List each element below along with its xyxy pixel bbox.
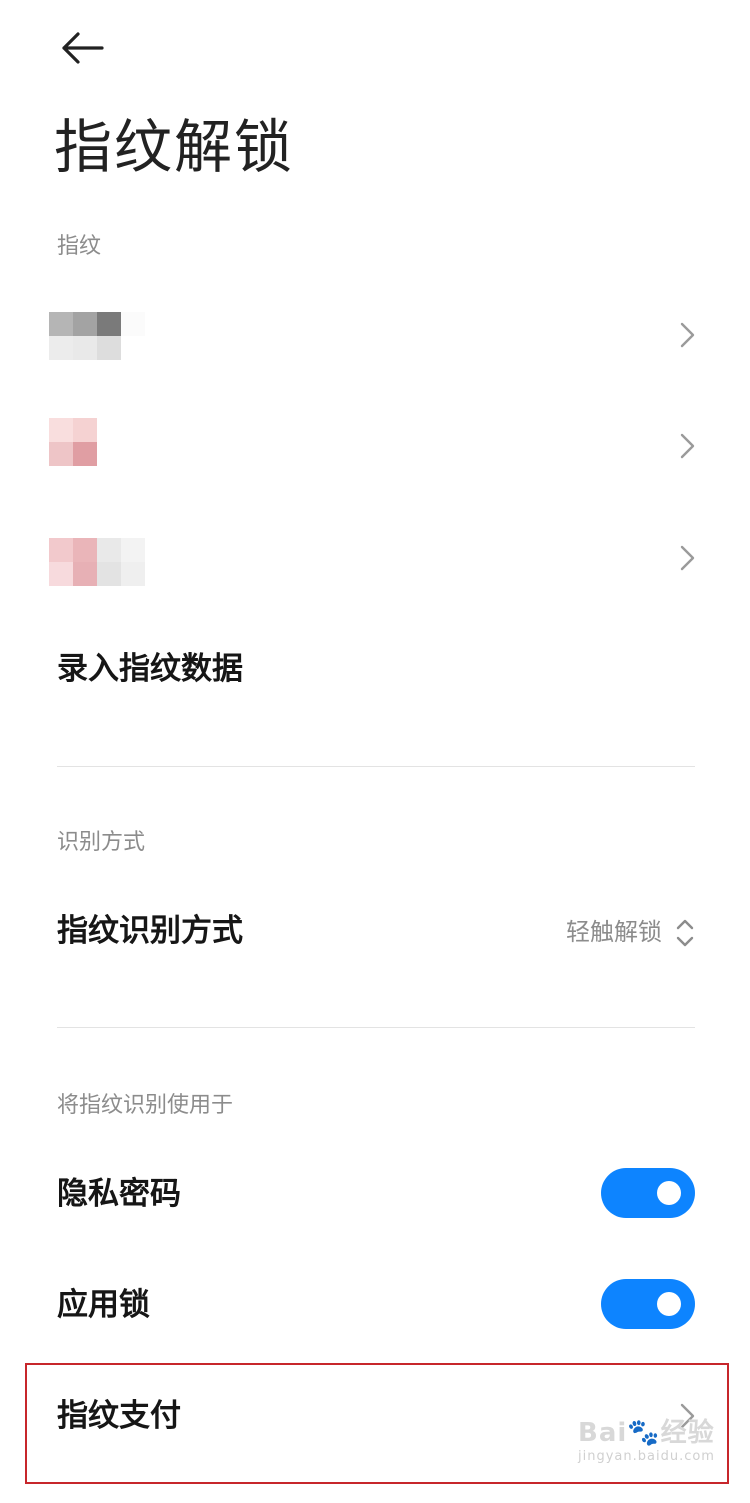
fingerprint-name-redacted — [49, 312, 145, 360]
back-button[interactable] — [56, 26, 108, 70]
section-label-recognition: 识别方式 — [57, 830, 146, 855]
pixel-block — [97, 418, 121, 442]
divider — [57, 766, 695, 767]
fingerprint-name-redacted — [49, 538, 145, 586]
pixel-block — [73, 442, 97, 466]
app-lock-label: 应用锁 — [57, 1287, 150, 1323]
fingerprint-item-3[interactable] — [0, 538, 750, 638]
fingerprint-item-1[interactable] — [0, 312, 750, 412]
pixel-block — [73, 538, 97, 562]
pixel-block — [73, 418, 97, 442]
arrow-left-icon — [62, 32, 104, 64]
pixel-block — [49, 442, 73, 466]
pixel-block — [121, 442, 145, 466]
pixel-block — [97, 312, 121, 336]
chevron-right-icon — [680, 433, 695, 459]
privacy-password-label: 隐私密码 — [57, 1176, 181, 1212]
pixel-block — [97, 442, 121, 466]
pixel-block — [73, 562, 97, 586]
recognition-mode-value: 轻触解锁 — [566, 918, 662, 946]
section-label-fingerprints: 指纹 — [57, 234, 102, 259]
toggle-knob — [657, 1181, 681, 1205]
add-fingerprint-label: 录入指纹数据 — [57, 651, 243, 687]
pixel-block — [49, 562, 73, 586]
chevron-up-down-icon — [676, 919, 694, 947]
pixel-block — [97, 562, 121, 586]
fingerprint-item-2[interactable] — [0, 418, 750, 518]
pixel-block — [121, 418, 145, 442]
privacy-password-toggle[interactable] — [601, 1168, 695, 1218]
pixel-block — [73, 312, 97, 336]
recognition-mode-label: 指纹识别方式 — [57, 913, 243, 949]
pixel-block — [97, 336, 121, 360]
chevron-right-icon — [680, 545, 695, 571]
toggle-knob — [657, 1292, 681, 1316]
divider — [57, 1027, 695, 1028]
pixel-block — [121, 538, 145, 562]
pixel-block — [121, 336, 145, 360]
pixel-block — [121, 562, 145, 586]
chevron-right-icon — [680, 322, 695, 348]
recognition-mode-row[interactable]: 指纹识别方式 轻触解锁 — [0, 900, 750, 970]
pixel-block — [49, 336, 73, 360]
privacy-password-row[interactable]: 隐私密码 — [0, 1160, 750, 1230]
pixel-block — [121, 312, 145, 336]
highlight-annotation-box — [25, 1363, 729, 1484]
add-fingerprint-button[interactable]: 录入指纹数据 — [0, 640, 750, 710]
app-lock-row[interactable]: 应用锁 — [0, 1272, 750, 1342]
pixel-block — [73, 336, 97, 360]
pixel-block — [49, 418, 73, 442]
section-label-usage: 将指纹识别使用于 — [57, 1093, 234, 1118]
fingerprint-name-redacted — [49, 418, 145, 466]
pixel-block — [49, 312, 73, 336]
pixel-block — [97, 538, 121, 562]
page-title: 指纹解锁 — [54, 113, 295, 181]
app-lock-toggle[interactable] — [601, 1279, 695, 1329]
pixel-block — [49, 538, 73, 562]
